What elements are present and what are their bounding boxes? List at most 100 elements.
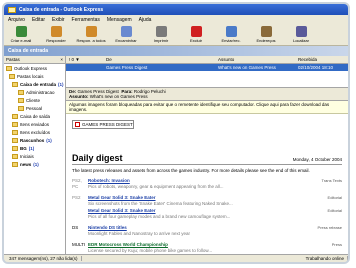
folder-item[interactable]: Pessoal bbox=[4, 104, 65, 112]
toolbar-button-6[interactable]: Enviar/rec. bbox=[217, 26, 245, 43]
folder-icon bbox=[12, 121, 18, 127]
platform-label: DS bbox=[72, 225, 79, 230]
folder-icon bbox=[12, 113, 18, 119]
folder-icon bbox=[18, 97, 24, 103]
digest-item-link[interactable]: Metal Gear Solid 3: Snake Eater bbox=[88, 195, 156, 201]
menu-ferramentas[interactable]: Ferramentas bbox=[72, 17, 100, 23]
column-flags[interactable]: ! 0 ▼ bbox=[66, 57, 106, 62]
toolbar-button-3[interactable]: Encaminhar bbox=[112, 26, 140, 43]
folder-label: news bbox=[20, 161, 32, 167]
folder-item[interactable]: Cliente bbox=[4, 96, 65, 104]
toolbar-button-7[interactable]: Endereços bbox=[252, 26, 280, 43]
folder-item[interactable]: Iniciais bbox=[4, 152, 65, 160]
digest-section: PS2 Metal Gear Solid 3: Snake Eater Editor… bbox=[72, 195, 342, 221]
folder-label: Caixa de entrada bbox=[20, 81, 57, 87]
toolbar-label: Respon. a todos bbox=[76, 38, 106, 43]
folder-label: Rascunhos bbox=[20, 137, 45, 143]
menu-exibir[interactable]: Exibir bbox=[52, 17, 65, 23]
folder-icon bbox=[9, 73, 15, 79]
digest-item-tag: Trans Texts bbox=[321, 178, 342, 183]
column-from[interactable]: De bbox=[106, 57, 218, 62]
folder-item[interactable]: Rascunhos (1) bbox=[4, 136, 65, 144]
toolbar-label: Endereços bbox=[256, 38, 276, 43]
toolbar-button-1[interactable]: Responder bbox=[42, 26, 70, 43]
toolbar-button-4[interactable]: Imprimir bbox=[147, 26, 175, 43]
folder-unread-count: (1) bbox=[46, 137, 52, 143]
toolbar-label: Imprimir bbox=[153, 38, 169, 43]
preview-header: De: Games Press Digest Para: Rodrigo Pel… bbox=[66, 87, 348, 101]
folder-item[interactable]: BG (1) bbox=[4, 144, 65, 152]
toolbar-icon-7 bbox=[260, 26, 272, 37]
digest-date: Monday, 4 October 2004 bbox=[292, 157, 342, 162]
folder-band-title: Caixa de entrada bbox=[8, 48, 49, 54]
digest-item-tag: Press bbox=[331, 242, 342, 247]
message-received: 02/10/2004 18:10 bbox=[298, 65, 334, 70]
folder-item[interactable]: Caixa de saída bbox=[4, 112, 65, 120]
message-subject: What's new on Games Press bbox=[218, 65, 276, 70]
digest-item-description: Moonlight Fables and Nanostray to arrive… bbox=[88, 230, 191, 236]
digest-item-description: License secured by Kuju; mobile phone bi… bbox=[88, 247, 213, 253]
folder-label: BG bbox=[20, 145, 27, 151]
digest-section: PS2, PC Robotech: Invasion Trans Texts Pics… bbox=[72, 178, 342, 191]
digest-title: Daily digest bbox=[72, 153, 123, 163]
folder-icon bbox=[12, 129, 18, 135]
digest-section: DS Nintendo DS titles Press release Moonlig… bbox=[72, 225, 342, 238]
folder-item[interactable]: Itens enviados bbox=[4, 120, 65, 128]
toolbar-button-8[interactable]: Localizar bbox=[287, 26, 315, 43]
folder-icon bbox=[6, 65, 12, 71]
folder-item[interactable]: Outlook Express bbox=[4, 64, 65, 72]
folder-icon bbox=[12, 137, 18, 143]
toolbar-icon-8 bbox=[295, 26, 307, 37]
folder-icon bbox=[12, 145, 18, 151]
status-bar: 347 mensagem(ns), 27 não lida(s) Trabalh… bbox=[4, 254, 348, 262]
folder-unread-count: (1) bbox=[28, 145, 35, 151]
toolbar-label: Enviar/rec. bbox=[221, 38, 241, 43]
blocked-images-infobar[interactable]: Algumas imagens foram bloqueadas para ev… bbox=[66, 101, 348, 114]
folder-item[interactable]: news (1) bbox=[4, 160, 65, 168]
menu-ajuda[interactable]: Ajuda bbox=[139, 17, 152, 23]
digest-header: Daily digest Monday, 4 October 2004 bbox=[72, 153, 342, 165]
message-list-header: ! 0 ▼ De Assunto Recebida bbox=[66, 56, 348, 64]
blocked-image-placeholder: GAMES PRESS DIGEST bbox=[72, 120, 134, 129]
digest-item-link[interactable]: EDR Motocross World Championship bbox=[88, 242, 168, 248]
digest-item-link[interactable]: Robotech: Invasion bbox=[88, 178, 130, 184]
folder-label: Outlook Express bbox=[14, 65, 48, 71]
menu-arquivo[interactable]: Arquivo bbox=[8, 17, 25, 23]
broken-image-icon bbox=[75, 122, 80, 127]
message-body: GAMES PRESS DIGEST Daily digest Monday, … bbox=[66, 114, 348, 254]
column-subject[interactable]: Assunto bbox=[218, 57, 298, 62]
menu-mensagem[interactable]: Mensagem bbox=[107, 17, 132, 23]
folder-item[interactable]: Itens excluídos bbox=[4, 128, 65, 136]
toolbar-icon-2 bbox=[85, 26, 97, 37]
toolbar-icon-5 bbox=[190, 26, 202, 37]
digest-item: Metal Gear Solid 3: Snake Eater Editorial… bbox=[88, 195, 342, 206]
folder-item[interactable]: Caixa de entrada (1) bbox=[4, 80, 65, 88]
toolbar-label: Localizar bbox=[292, 38, 309, 43]
close-icon[interactable]: × bbox=[60, 57, 63, 62]
digest-item-link[interactable]: Nintendo DS titles bbox=[88, 225, 127, 231]
digest-intro: The latest press releases and assets fro… bbox=[72, 168, 310, 173]
folder-item[interactable]: Administracao bbox=[4, 88, 65, 96]
column-received[interactable]: Recebida bbox=[298, 57, 348, 62]
digest-item-tag: Editorial bbox=[327, 208, 342, 213]
digest-item-description: Pics of robots, weaponry, gear & equipme… bbox=[88, 183, 224, 189]
status-online: Trabalhando online bbox=[303, 256, 348, 261]
menu-bar: Arquivo Editar Exibir Ferramentas Mensag… bbox=[4, 15, 348, 24]
main-area: Pastas × Outlook Express Pastas locais Cai… bbox=[4, 56, 348, 254]
folder-icon bbox=[18, 89, 24, 95]
menu-editar[interactable]: Editar bbox=[32, 17, 45, 23]
digest-item-link[interactable]: Metal Gear Solid 3: Snake Eater bbox=[88, 208, 156, 214]
digest-item: EDR Motocross World Championship Press Lic… bbox=[88, 242, 342, 253]
preview-subject: What's new on Games Press bbox=[89, 94, 148, 99]
infobar-text: Algumas imagens foram bloqueadas para ev… bbox=[69, 102, 330, 112]
folder-item[interactable]: Pastas locais bbox=[4, 72, 65, 80]
status-message-count: 347 mensagem(ns), 27 não lida(s) bbox=[6, 256, 82, 261]
toolbar-button-0[interactable]: Criar e-mail bbox=[7, 26, 35, 43]
toolbar-button-5[interactable]: Excluir bbox=[182, 26, 210, 43]
folder-label: Itens excluídos bbox=[20, 129, 51, 135]
platform-label: PS2, PC bbox=[72, 178, 82, 189]
digest-item-description: Six screenshots from the 'Snake Eater' C… bbox=[88, 200, 233, 206]
toolbar-button-2[interactable]: Respon. a todos bbox=[76, 26, 106, 43]
message-row-selected[interactable]: Games Press Digest What's new on Games P… bbox=[66, 64, 348, 71]
folder-unread-count: (1) bbox=[58, 81, 64, 87]
